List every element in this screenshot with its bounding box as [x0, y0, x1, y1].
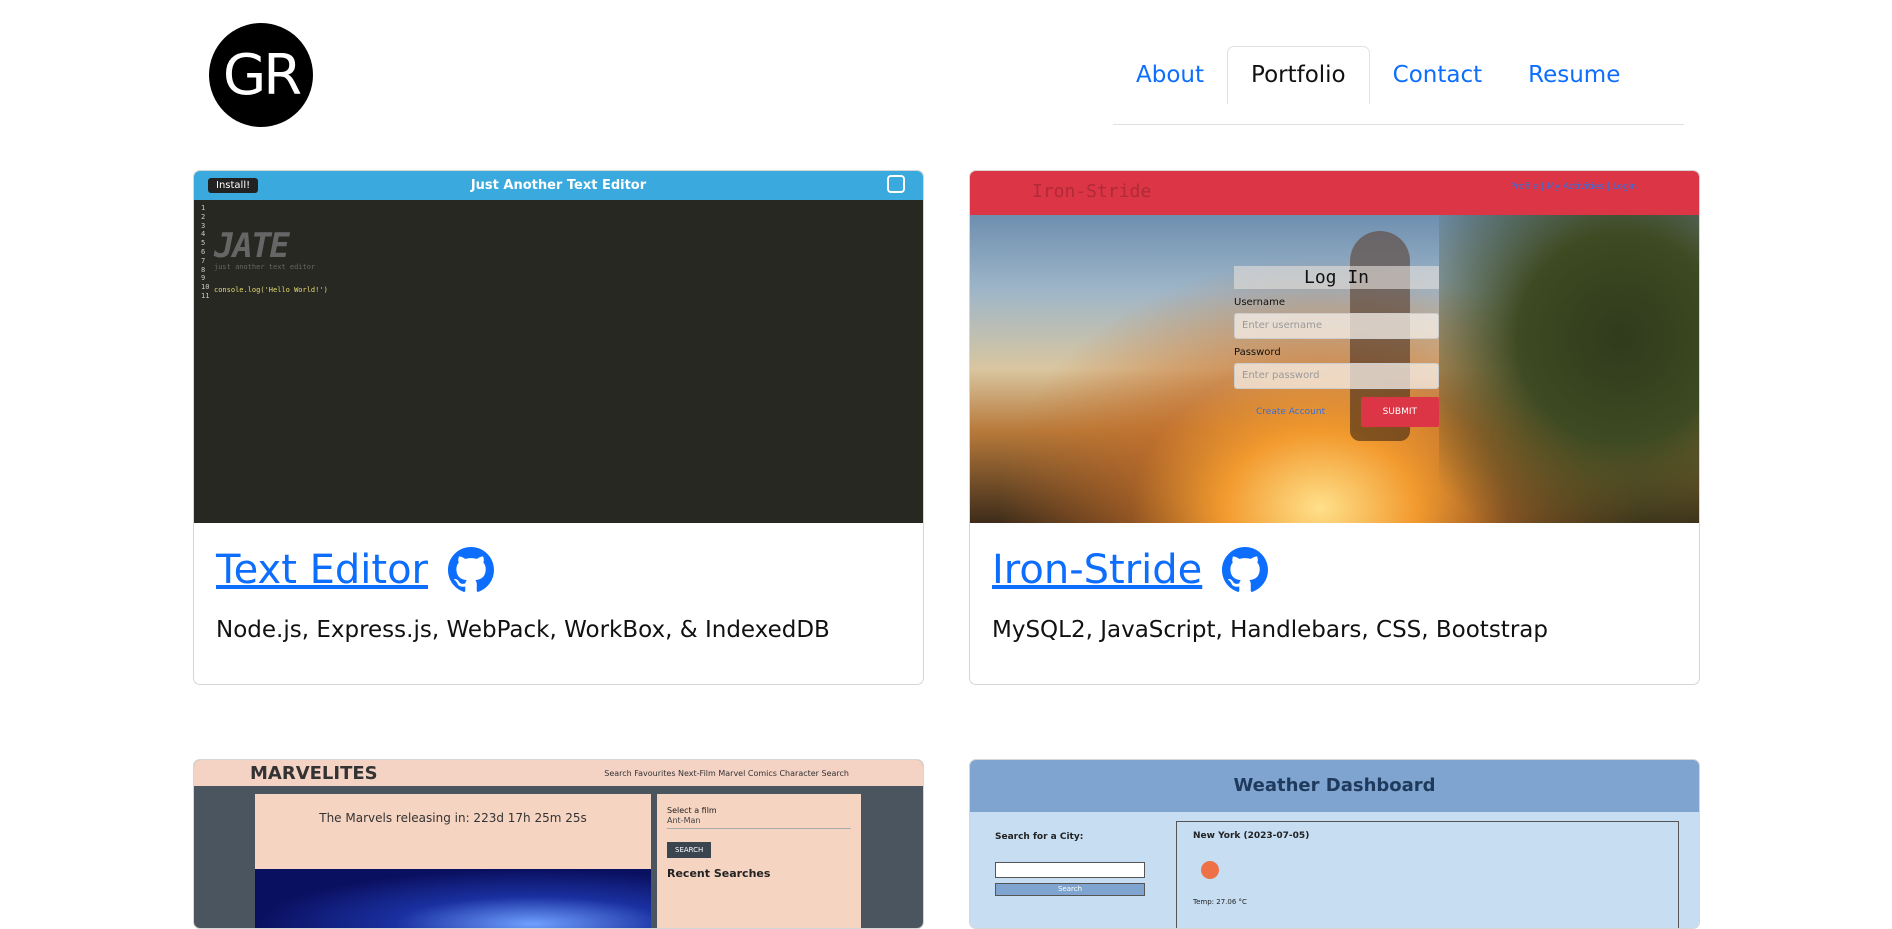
- logo: GR: [209, 23, 313, 127]
- card-title-row: Iron-Stride: [992, 545, 1677, 595]
- card-title-row: Text Editor: [216, 545, 901, 595]
- card-body: Text Editor Node.js, Express.js, WebPack…: [194, 523, 923, 683]
- iron-login-form: Log In Username Enter username Password …: [1234, 266, 1439, 427]
- jate-title: Just Another Text Editor: [470, 178, 647, 193]
- jate-code-area: 1 2 3 4 5 6 7 8 9 10 11 JATE just anothe…: [194, 200, 923, 523]
- city-search-button: Search: [995, 883, 1145, 896]
- film-select: Ant-Man: [667, 816, 851, 829]
- project-card-iron-stride: Iron-Stride Profile | My Activities | Lo…: [969, 170, 1700, 685]
- iron-brand: Iron-Stride: [1032, 181, 1152, 202]
- github-icon[interactable]: [1222, 547, 1269, 593]
- sun-icon: [1201, 861, 1219, 879]
- select-film-label: Select a film: [667, 806, 717, 815]
- jate-code-line: console.log('Hello World!'): [214, 286, 328, 294]
- jate-logo-icon: [887, 175, 905, 193]
- countdown-text: The Marvels releasing in: 223d 17h 25m 2…: [319, 811, 587, 825]
- project-tech: MySQL2, JavaScript, Handlebars, CSS, Boo…: [992, 617, 1548, 643]
- nav-portfolio[interactable]: Portfolio: [1227, 46, 1370, 104]
- tree-shadow: [1439, 215, 1699, 523]
- submit-button: SUBMIT: [1360, 397, 1439, 427]
- jate-subtitle: just another text editor: [214, 263, 316, 271]
- movie-poster: [255, 869, 651, 928]
- main-nav: About Portfolio Contact Resume: [1113, 46, 1684, 125]
- nav-contact[interactable]: Contact: [1370, 46, 1505, 104]
- film-search-panel: Select a film Ant-Man SEARCH Recent Sear…: [657, 794, 861, 928]
- project-link[interactable]: Iron-Stride: [992, 547, 1202, 593]
- project-card-text-editor: Install! Just Another Text Editor 1 2 3 …: [193, 170, 924, 685]
- weather-city: New York (2023-07-05): [1193, 831, 1310, 841]
- iron-header: Iron-Stride Profile | My Activities | Lo…: [970, 171, 1699, 215]
- jate-line-numbers: 1 2 3 4 5 6 7 8 9 10 11: [201, 204, 210, 300]
- project-tech: Node.js, Express.js, WebPack, WorkBox, &…: [216, 617, 830, 643]
- weather-temp: Temp: 27.06 °C: [1193, 898, 1247, 906]
- project-card-weather: Weather Dashboard Search for a City: Sea…: [969, 759, 1700, 929]
- city-search-label: Search for a City:: [995, 832, 1084, 842]
- create-account-link: Create Account: [1256, 407, 1326, 417]
- project-screenshot[interactable]: MARVELITES Search Favourites Next-Film M…: [194, 760, 923, 928]
- film-search-button: SEARCH: [667, 842, 712, 858]
- project-card-marvelites: MARVELITES Search Favourites Next-Film M…: [193, 759, 924, 929]
- marvel-brand: MARVELITES: [250, 763, 378, 784]
- login-title: Log In: [1234, 266, 1439, 289]
- iron-nav-links: Profile | My Activities | Login: [1510, 182, 1637, 192]
- username-field: Enter username: [1234, 313, 1439, 339]
- github-icon[interactable]: [448, 547, 494, 593]
- project-link[interactable]: Text Editor: [216, 547, 428, 593]
- login-actions: Create Account SUBMIT: [1234, 397, 1439, 427]
- recent-searches-heading: Recent Searches: [667, 867, 771, 880]
- password-field: Enter password: [1234, 363, 1439, 389]
- password-label: Password: [1234, 347, 1281, 358]
- username-label: Username: [1234, 297, 1285, 308]
- weather-header: Weather Dashboard: [970, 760, 1699, 812]
- jate-ascii-logo: JATE: [214, 226, 290, 266]
- jate-header: Install! Just Another Text Editor: [194, 171, 923, 200]
- current-weather-panel: New York (2023-07-05) Temp: 27.06 °C: [1176, 821, 1679, 928]
- marvel-header: MARVELITES Search Favourites Next-Film M…: [194, 760, 923, 786]
- card-body: Iron-Stride MySQL2, JavaScript, Handleba…: [970, 523, 1699, 683]
- weather-title: Weather Dashboard: [1233, 775, 1436, 796]
- project-screenshot[interactable]: Install! Just Another Text Editor 1 2 3 …: [194, 171, 923, 523]
- nav-about[interactable]: About: [1113, 46, 1227, 104]
- nav-resume[interactable]: Resume: [1505, 46, 1643, 104]
- project-screenshot[interactable]: Iron-Stride Profile | My Activities | Lo…: [970, 171, 1699, 523]
- city-search-input: [995, 862, 1145, 878]
- project-screenshot[interactable]: Weather Dashboard Search for a City: Sea…: [970, 760, 1699, 928]
- countdown-panel: The Marvels releasing in: 223d 17h 25m 2…: [255, 794, 651, 928]
- marvel-nav-links: Search Favourites Next-Film Marvel Comic…: [604, 769, 849, 778]
